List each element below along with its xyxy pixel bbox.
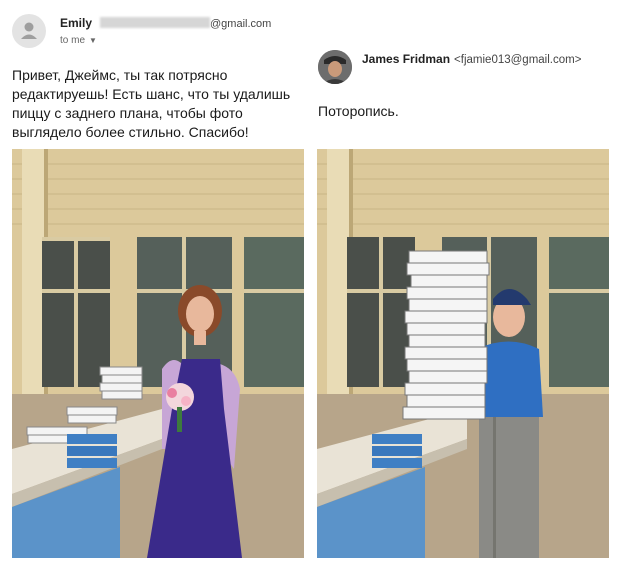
person-avatar-icon xyxy=(21,22,37,39)
recipient-label: to me xyxy=(60,35,86,46)
chevron-down-icon[interactable]: ▼ xyxy=(89,36,97,45)
edited-photo xyxy=(317,149,609,558)
original-photo xyxy=(12,149,304,558)
sender-name[interactable]: Emily @gmail.com xyxy=(60,16,271,30)
james-photo xyxy=(318,50,352,84)
redacted-email xyxy=(100,17,211,28)
recipient-details[interactable]: to me ▼ xyxy=(60,35,97,46)
james-avatar xyxy=(318,50,352,84)
reply-sender-email: <fjamie013@gmail.com> xyxy=(454,54,582,66)
reply-sender[interactable]: James Fridman <fjamie013@gmail.com> xyxy=(362,52,581,66)
sender-email-domain: @gmail.com xyxy=(210,18,272,30)
reply-sender-name: James Fridman xyxy=(362,52,451,66)
james-message: Поторопись. xyxy=(318,103,399,119)
sender-avatar xyxy=(12,14,46,48)
sender-first-name: Emily xyxy=(60,16,93,30)
emily-message: Привет, Джеймс, ты так потрясно редактир… xyxy=(12,67,291,140)
